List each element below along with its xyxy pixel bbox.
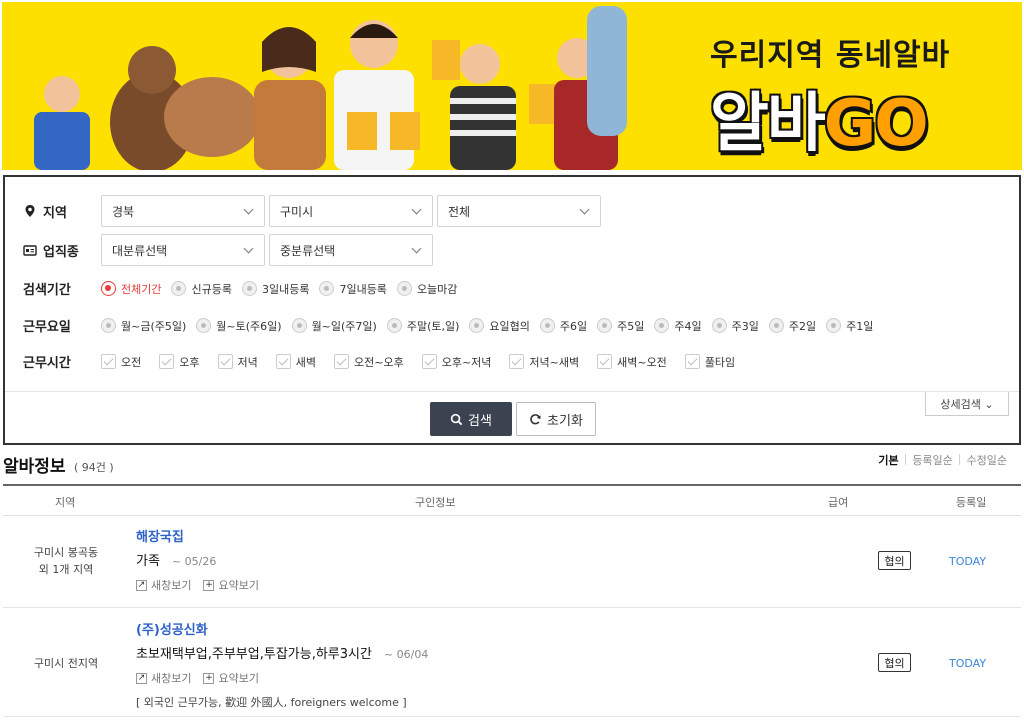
external-link-icon: ↗ bbox=[136, 579, 147, 591]
job-category-label: 업직종 bbox=[43, 244, 79, 260]
workday-option[interactable]: 월~토(주6일) bbox=[196, 318, 282, 334]
workday-option[interactable]: 주4일 bbox=[654, 318, 702, 334]
banner-logo: 알바GO bbox=[710, 87, 929, 161]
results-table-header: 지역 구인정보 급여 등록일 bbox=[3, 484, 1021, 516]
workhour-option[interactable]: 새벽 bbox=[275, 354, 316, 370]
row-region: 구미시 전지역 bbox=[33, 657, 99, 670]
period-option[interactable]: 전체기간 bbox=[101, 281, 161, 297]
external-link-icon: ↗ bbox=[136, 672, 147, 684]
chevron-down-icon bbox=[411, 204, 422, 215]
open-new-window-link[interactable]: ↗ 새창보기 bbox=[136, 670, 191, 686]
registered-date: TODAY bbox=[949, 555, 987, 568]
registered-date: TODAY bbox=[949, 657, 987, 670]
workhours-row: 근무시간 오전 오후 저녁 새벽 오전~오후 오후~저녁 저녁~새벽 새벽~오전… bbox=[23, 352, 745, 371]
workhours-label: 근무시간 bbox=[23, 356, 71, 371]
plus-icon: + bbox=[203, 672, 215, 684]
results-title: 알바정보 bbox=[3, 457, 66, 477]
detail-search-button[interactable]: 상세검색 ⌄ bbox=[925, 392, 1009, 416]
banner-title: 우리지역 동네알바 bbox=[710, 38, 951, 73]
row-actions: ↗ 새창보기 + 요약보기 bbox=[136, 577, 271, 593]
column-header-job: 구인정보 bbox=[415, 496, 456, 509]
workdays-row: 근무요일 월~금(주5일) 월~토(주6일) 월~일(주7일) 주말(토,일) … bbox=[23, 316, 883, 335]
period-label: 검색기간 bbox=[23, 283, 71, 298]
workday-option[interactable]: 주5일 bbox=[597, 318, 644, 334]
id-card-icon bbox=[23, 245, 37, 256]
sort-by-registration[interactable]: 등록일순 bbox=[907, 452, 957, 468]
pay-badge: 협의 bbox=[878, 653, 911, 672]
column-header-date: 등록일 bbox=[956, 496, 987, 509]
results-count: ( 94건 ) bbox=[74, 461, 114, 474]
workday-option[interactable]: 주1일 bbox=[826, 318, 873, 334]
region-label: 지역 bbox=[43, 205, 67, 221]
workhour-option[interactable]: 저녁 bbox=[217, 354, 258, 370]
province-select[interactable]: 경북 bbox=[101, 195, 265, 227]
summary-view-link[interactable]: + 요약보기 bbox=[203, 577, 259, 593]
chevron-down-icon bbox=[411, 243, 422, 254]
district-select[interactable]: 전체 bbox=[437, 195, 601, 227]
row-actions: ↗ 새창보기 + 요약보기 bbox=[136, 670, 271, 686]
column-header-pay: 급여 bbox=[828, 496, 849, 509]
minor-category-select[interactable]: 중분류선택 bbox=[269, 234, 433, 266]
refresh-icon bbox=[530, 413, 541, 424]
search-button[interactable]: 검색 bbox=[430, 402, 512, 436]
chevron-down-icon bbox=[579, 204, 590, 215]
workday-option[interactable]: 주3일 bbox=[711, 318, 759, 334]
job-category-row: 업직종 대분류선택 중분류선택 bbox=[23, 234, 437, 266]
job-title-link[interactable]: 초보재택부업,주부부업,투잡가능,하루3시간 ~ 06/04 bbox=[136, 643, 428, 662]
workhour-option[interactable]: 오후 bbox=[159, 354, 200, 370]
pay-badge: 협의 bbox=[878, 551, 911, 570]
search-icon bbox=[450, 413, 463, 425]
period-option[interactable]: 신규등록 bbox=[171, 281, 232, 297]
period-option[interactable]: 오늘마감 bbox=[396, 281, 457, 297]
workhour-option[interactable]: 오전 bbox=[101, 354, 141, 370]
sort-by-modified[interactable]: 수정일순 bbox=[962, 452, 1012, 468]
company-link[interactable]: 해장국집 bbox=[136, 526, 184, 545]
location-pin-icon bbox=[25, 205, 35, 217]
reset-button[interactable]: 초기화 bbox=[516, 402, 596, 436]
job-title-link[interactable]: 가족 ~ 05/26 bbox=[136, 550, 216, 569]
major-category-select[interactable]: 대분류선택 bbox=[101, 234, 265, 266]
workhour-option[interactable]: 오후~저녁 bbox=[421, 354, 491, 370]
workhour-option[interactable]: 풀타임 bbox=[684, 354, 735, 370]
plus-icon: + bbox=[203, 579, 215, 591]
open-new-window-link[interactable]: ↗ 새창보기 bbox=[136, 577, 191, 593]
sort-options: 기본 | 등록일순 | 수정일순 bbox=[873, 452, 1012, 468]
period-row: 검색기간 전체기간 신규등록 3일내등록 7일내등록 오늘마감 bbox=[23, 279, 467, 298]
summary-view-link[interactable]: + 요약보기 bbox=[203, 670, 259, 686]
table-row[interactable]: 구미시 전지역 (주)성공신화 초보재택부업,주부부업,투잡가능,하루3시간 ~ … bbox=[3, 609, 1021, 717]
workday-option[interactable]: 주2일 bbox=[768, 318, 816, 334]
company-link[interactable]: (주)성공신화 bbox=[136, 619, 208, 638]
table-row[interactable]: 구미시 봉곡동 외 1개 지역 해장국집 가족 ~ 05/26 ↗ 새창보기 + 요약보… bbox=[3, 516, 1021, 608]
workday-option[interactable]: 월~일(주7일) bbox=[291, 318, 377, 334]
row-region: 구미시 봉곡동 외 1개 지역 bbox=[33, 546, 99, 576]
search-filter-panel: 지역 경북 구미시 전체 업직종 대분류선택 중분류선택 검색기간 전체기간 신… bbox=[3, 175, 1021, 445]
column-header-region: 지역 bbox=[55, 496, 76, 509]
period-option[interactable]: 7일내등록 bbox=[319, 281, 387, 297]
city-select[interactable]: 구미시 bbox=[269, 195, 433, 227]
workhour-option[interactable]: 저녁~새벽 bbox=[509, 354, 579, 370]
job-note: [ 외국인 근무가능, 歡迎 外國人, foreigners welcome ] bbox=[136, 696, 407, 709]
filter-divider bbox=[5, 391, 1019, 392]
workday-option[interactable]: 요일협의 bbox=[469, 318, 530, 334]
region-row: 지역 경북 구미시 전체 bbox=[23, 195, 605, 227]
hero-banner: 우리지역 동네알바 알바GO bbox=[2, 2, 1022, 170]
chevron-down-icon bbox=[243, 204, 254, 215]
workday-option[interactable]: 월~금(주5일) bbox=[101, 318, 186, 334]
workhour-option[interactable]: 새벽~오전 bbox=[597, 354, 667, 370]
banner-illustration bbox=[34, 6, 627, 170]
sort-default[interactable]: 기본 bbox=[873, 452, 903, 468]
workday-option[interactable]: 주6일 bbox=[539, 318, 587, 334]
workdays-label: 근무요일 bbox=[23, 320, 71, 335]
workday-option[interactable]: 주말(토,일) bbox=[386, 318, 459, 334]
workhour-option[interactable]: 오전~오후 bbox=[334, 354, 404, 370]
chevron-down-icon bbox=[243, 243, 254, 254]
period-option[interactable]: 3일내등록 bbox=[241, 281, 309, 297]
